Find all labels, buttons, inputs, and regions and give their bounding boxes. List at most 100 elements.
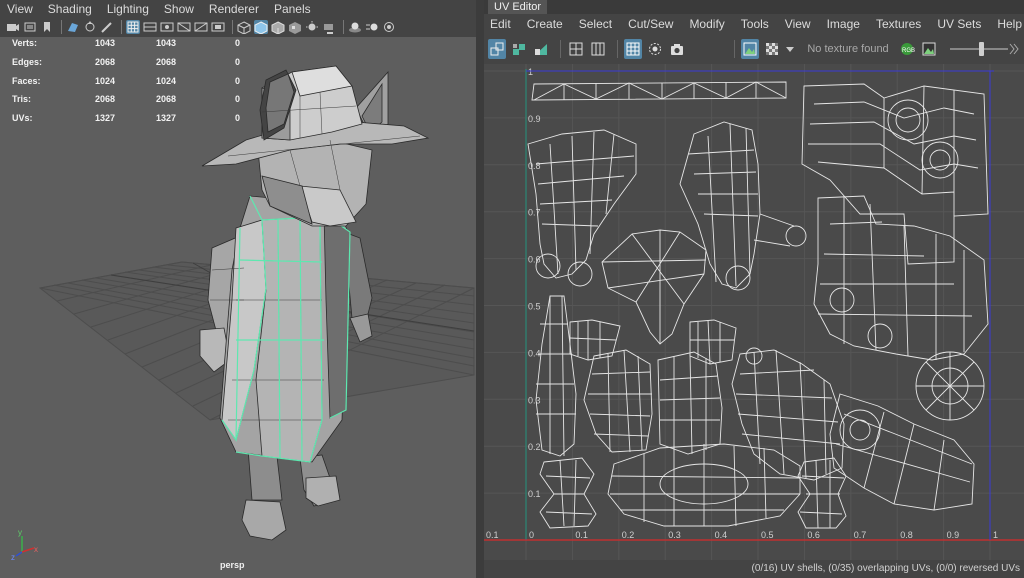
hud-value: 0 bbox=[235, 94, 241, 105]
uv-x-tick-label: 0.8 bbox=[900, 530, 913, 540]
uv-toggle-grid-icon[interactable] bbox=[624, 39, 643, 59]
hud-value: 1024 bbox=[156, 75, 177, 86]
exposure-slider[interactable] bbox=[949, 39, 1008, 59]
toolbar-separator bbox=[560, 40, 562, 58]
uv-x-tick-label: 0.3 bbox=[668, 530, 681, 540]
uv-x-tick-label: 0.6 bbox=[807, 530, 820, 540]
uv-component-icon[interactable] bbox=[510, 39, 528, 59]
uv-editor-canvas[interactable]: 1 0.9 0.8 0.7 0.6 0.5 0.4 0.3 0.2 0.1 0.1 0 0.1 0.2 0.… bbox=[484, 64, 1024, 560]
uv-shell-select-icon[interactable] bbox=[488, 39, 507, 59]
uv-y-tick-label: 0.5 bbox=[528, 302, 541, 312]
camera-name-label: persp bbox=[220, 560, 245, 570]
menu-textures[interactable]: Textures bbox=[876, 17, 921, 31]
toolbar-expand-icon[interactable] bbox=[1008, 39, 1020, 59]
exposure-slider-thumb[interactable] bbox=[978, 42, 984, 56]
menu-select[interactable]: Select bbox=[579, 17, 612, 31]
menu-uv-sets[interactable]: UV Sets bbox=[937, 17, 981, 31]
uv-editor-titlebar: UV Editor bbox=[484, 0, 1024, 14]
shadows-icon[interactable] bbox=[322, 20, 336, 34]
poly-count-hud: Verts: 1043 1043 0 Edges: 2068 2068 0 Fa… bbox=[12, 38, 272, 132]
menu-show[interactable]: Show bbox=[164, 2, 194, 16]
menu-renderer[interactable]: Renderer bbox=[209, 2, 259, 16]
menu-edit[interactable]: Edit bbox=[490, 17, 511, 31]
toolbar-separator bbox=[121, 20, 122, 34]
image-plane-icon[interactable] bbox=[66, 20, 80, 34]
toolbar-separator bbox=[232, 20, 233, 34]
film-gate-icon[interactable] bbox=[143, 20, 157, 34]
uv-editor-tab[interactable]: UV Editor bbox=[488, 0, 548, 14]
hud-value: 1327 bbox=[156, 113, 177, 124]
menu-panels[interactable]: Panels bbox=[274, 2, 311, 16]
texture-display-icon[interactable] bbox=[741, 39, 760, 59]
uv-y-tick-label: 0.1 bbox=[528, 489, 541, 499]
hud-value: 0 bbox=[235, 75, 241, 86]
uv-shell-hat-cap[interactable] bbox=[915, 351, 985, 421]
uv-x-tick-label: 0.9 bbox=[947, 530, 960, 540]
camera-attributes-icon[interactable] bbox=[23, 20, 37, 34]
hud-value: 0 bbox=[235, 56, 241, 67]
menu-view[interactable]: View bbox=[785, 17, 811, 31]
rgb-channel-icon[interactable]: RGB bbox=[898, 39, 916, 59]
viewport-toolbar bbox=[0, 17, 476, 37]
menu-modify[interactable]: Modify bbox=[689, 17, 724, 31]
uv-x-tick-label: 0 bbox=[529, 530, 534, 540]
hud-label: UVs: bbox=[12, 113, 33, 124]
hud-value: 2068 bbox=[95, 94, 116, 105]
uv-face-select-icon[interactable] bbox=[532, 39, 550, 59]
uv-editor-statusbar: (0/16) UV shells, (0/35) overlapping UVs… bbox=[484, 560, 1024, 578]
wireframe-icon[interactable] bbox=[237, 20, 251, 34]
uv-snapshot-icon[interactable] bbox=[668, 39, 686, 59]
wireframe-on-shaded-icon[interactable] bbox=[271, 20, 285, 34]
menu-view[interactable]: View bbox=[7, 2, 33, 16]
hud-value: 1327 bbox=[95, 113, 116, 124]
field-chart-icon[interactable] bbox=[194, 20, 208, 34]
uv-y-tick-label: 0.7 bbox=[528, 208, 541, 218]
grease-pencil-icon[interactable] bbox=[100, 20, 114, 34]
menu-help[interactable]: Help bbox=[997, 17, 1022, 31]
uv-snap-icon[interactable] bbox=[589, 39, 607, 59]
bookmark-icon[interactable] bbox=[40, 20, 54, 34]
uv-x-tick-label: 0.7 bbox=[854, 530, 867, 540]
hud-row-edges: Edges: 2068 2068 0 bbox=[12, 57, 272, 76]
uv-editor-panel[interactable]: UV Editor Edit Create Select Cut/Sew Mod… bbox=[484, 0, 1024, 578]
camera-icon[interactable] bbox=[6, 20, 20, 34]
2d-pan-icon[interactable] bbox=[83, 20, 97, 34]
toolbar-separator bbox=[343, 20, 344, 34]
ambient-occlusion-icon[interactable] bbox=[348, 20, 362, 34]
uv-y-tick-label: 0.8 bbox=[528, 161, 541, 171]
hud-label: Edges: bbox=[12, 56, 43, 67]
uv-grid-icon[interactable] bbox=[567, 39, 585, 59]
textured-icon[interactable] bbox=[288, 20, 302, 34]
axis-z-label: z bbox=[11, 553, 15, 562]
menu-lighting[interactable]: Lighting bbox=[107, 2, 149, 16]
hud-value: 2068 bbox=[156, 56, 177, 67]
uv-x-tick-label: 0.1 bbox=[486, 530, 499, 540]
checker-icon[interactable] bbox=[763, 39, 781, 59]
texture-status-text: No texture found bbox=[807, 43, 889, 55]
viewport-menubar: View Shading Lighting Show Renderer Pane… bbox=[0, 0, 476, 17]
menu-tools[interactable]: Tools bbox=[741, 17, 769, 31]
anti-aliasing-icon[interactable] bbox=[382, 20, 396, 34]
dropdown-arrow-icon[interactable] bbox=[785, 39, 795, 59]
toolbar-separator bbox=[734, 40, 736, 58]
hud-value: 0 bbox=[235, 113, 241, 124]
uv-y-tick-label: 0.9 bbox=[528, 114, 541, 124]
menu-cut-sew[interactable]: Cut/Sew bbox=[628, 17, 673, 31]
menu-create[interactable]: Create bbox=[527, 17, 563, 31]
motion-blur-icon[interactable] bbox=[365, 20, 379, 34]
panel-splitter[interactable] bbox=[476, 0, 484, 578]
menu-shading[interactable]: Shading bbox=[48, 2, 92, 16]
hud-label: Faces: bbox=[12, 75, 41, 86]
use-all-lights-icon[interactable] bbox=[305, 20, 319, 34]
gate-mask-icon[interactable] bbox=[177, 20, 191, 34]
resolution-gate-icon[interactable] bbox=[160, 20, 174, 34]
viewport-panel[interactable]: View Shading Lighting Show Renderer Pane… bbox=[0, 0, 476, 578]
image-display-icon[interactable] bbox=[920, 39, 938, 59]
uv-shaded-icon[interactable] bbox=[646, 39, 664, 59]
uv-y-tick-label: 0.2 bbox=[528, 442, 541, 452]
safe-action-icon[interactable] bbox=[211, 20, 225, 34]
menu-image[interactable]: Image bbox=[827, 17, 860, 31]
smooth-shade-icon[interactable] bbox=[254, 20, 268, 34]
grid-icon[interactable] bbox=[126, 20, 140, 34]
uv-status-text: (0/16) UV shells, (0/35) overlapping UVs… bbox=[751, 563, 1020, 574]
